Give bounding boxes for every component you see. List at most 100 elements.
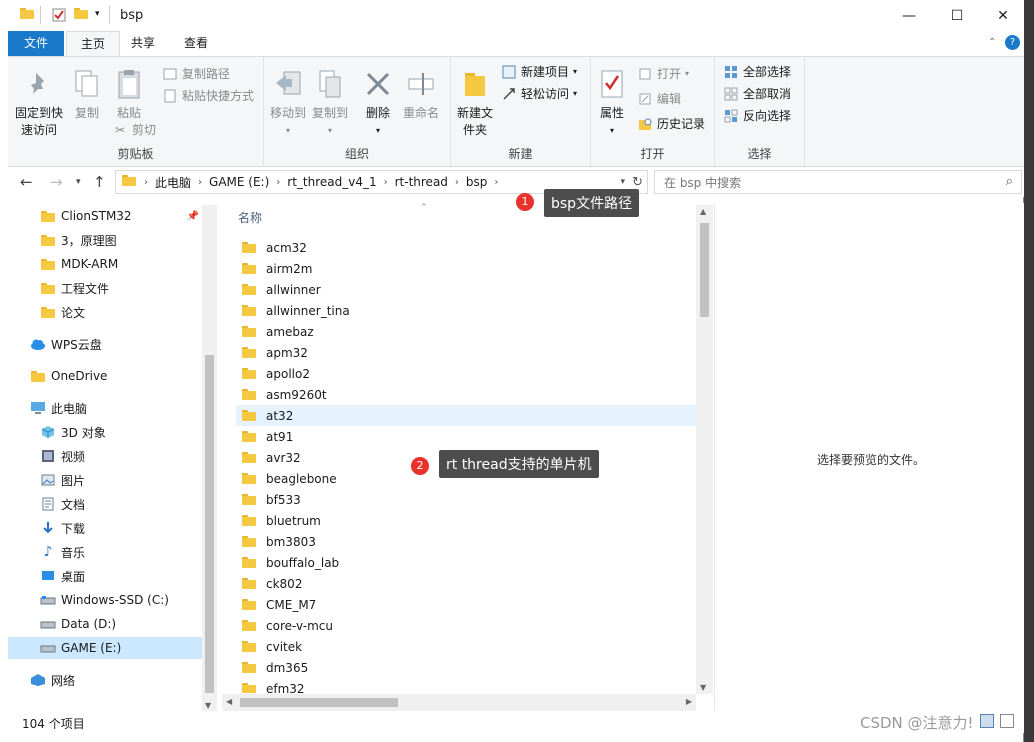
details-view-icon[interactable] <box>980 714 994 728</box>
nav-item-3d-objects[interactable]: 3D 对象 <box>8 421 203 443</box>
list-item[interactable]: bouffalo_lab <box>236 552 696 573</box>
list-item[interactable]: at32 <box>236 405 696 426</box>
list-item[interactable]: amebaz <box>236 321 696 342</box>
folder-name: acm32 <box>266 240 307 255</box>
list-item[interactable]: allwinner_tina <box>236 300 696 321</box>
refresh-icon[interactable]: ↻ <box>632 175 643 190</box>
list-item[interactable]: bf533 <box>236 489 696 510</box>
nav-item-music[interactable]: ♪ 音乐 <box>8 541 203 563</box>
nav-item-clionstm32[interactable]: ClionSTM32 📌 <box>8 205 203 227</box>
edit-button[interactable]: 编辑 <box>637 90 681 107</box>
list-item[interactable]: apollo2 <box>236 363 696 384</box>
nav-item-desktop[interactable]: 桌面 <box>8 565 203 587</box>
list-item[interactable]: acm32 <box>236 237 696 258</box>
breadcrumb-this-pc[interactable]: 此电脑 <box>148 174 198 191</box>
nav-item-this-pc[interactable]: 此电脑 <box>8 397 203 419</box>
list-item[interactable]: bm3803 <box>236 531 696 552</box>
breadcrumb-bsp[interactable]: bsp <box>459 175 495 189</box>
list-item[interactable]: ck802 <box>236 573 696 594</box>
list-item[interactable]: efm32 <box>236 678 696 693</box>
tab-home[interactable]: 主页 <box>66 31 121 56</box>
scroll-right-icon[interactable]: ▶ <box>686 697 692 706</box>
collapse-ribbon-icon[interactable]: ⌃ <box>988 37 996 48</box>
list-item[interactable]: apm32 <box>236 342 696 363</box>
recent-locations-icon[interactable]: ▾ <box>76 177 81 187</box>
nav-item-mdk-arm[interactable]: MDK-ARM <box>8 253 203 275</box>
search-icon[interactable]: ⌕ <box>1006 174 1013 189</box>
scroll-down-icon[interactable]: ▼ <box>700 683 706 692</box>
back-arrow-icon[interactable]: ← <box>20 173 33 191</box>
minimize-button[interactable]: — <box>886 0 932 31</box>
list-item[interactable]: CME_M7 <box>236 594 696 615</box>
nav-item-schematic[interactable]: 3，原理图 <box>8 229 203 251</box>
list-item[interactable]: cvitek <box>236 636 696 657</box>
breadcrumb-rt-thread-v4[interactable]: rt_thread_v4_1 <box>280 175 383 189</box>
pin-button[interactable]: 固定到快速访问 <box>14 67 64 139</box>
list-item[interactable]: allwinner <box>236 279 696 300</box>
up-arrow-icon[interactable]: ↑ <box>93 173 106 191</box>
delete-button[interactable]: 删除 ▾ <box>362 67 394 139</box>
nav-item-documents[interactable]: 文档 <box>8 493 203 515</box>
nav-item-d-drive[interactable]: Data (D:) <box>8 613 203 635</box>
help-icon[interactable]: ? <box>1005 35 1020 50</box>
new-item-button[interactable]: 新建项目 ▾ <box>501 63 577 80</box>
select-all-button[interactable]: 全部选择 <box>723 63 791 80</box>
tab-file[interactable]: 文件 <box>8 31 64 56</box>
new-folder-quick-icon[interactable] <box>74 8 88 22</box>
nav-item-wps-cloud[interactable]: WPS云盘 <box>8 333 203 355</box>
open-button[interactable]: 打开 ▾ <box>637 65 689 82</box>
maximize-button[interactable]: ☐ <box>934 0 980 31</box>
nav-scrollbar-thumb[interactable] <box>205 355 214 693</box>
file-list-vertical-scrollbar[interactable]: ▲ ▼ <box>696 205 713 694</box>
nav-item-videos[interactable]: 视频 <box>8 445 203 467</box>
list-item[interactable]: asm9260t <box>236 384 696 405</box>
breadcrumb-game-drive[interactable]: GAME (E:) <box>202 175 276 189</box>
nav-item-network[interactable]: 网络 <box>8 669 203 691</box>
address-history-icon[interactable]: ▾ <box>620 177 625 187</box>
file-list-scrollbar-thumb[interactable] <box>700 223 709 317</box>
list-item[interactable]: bluetrum <box>236 510 696 531</box>
breadcrumb-rt-thread[interactable]: rt-thread <box>388 175 455 189</box>
copy-path-button[interactable]: 复制路径 <box>162 65 230 82</box>
nav-scrollbar[interactable]: ▼ <box>202 205 217 711</box>
column-header-name[interactable]: 名称 <box>238 209 262 226</box>
paste-button[interactable]: 粘贴 <box>110 67 148 122</box>
list-item[interactable]: core-v-mcu <box>236 615 696 636</box>
nav-item-e-drive[interactable]: GAME (E:) <box>8 637 203 659</box>
properties-button[interactable]: 属性 ▾ <box>595 67 629 139</box>
close-button[interactable]: ✕ <box>980 0 1026 31</box>
history-button[interactable]: 历史记录 <box>637 115 705 132</box>
list-item[interactable]: dm365 <box>236 657 696 678</box>
copy-to-button[interactable]: 复制到 ▾ <box>310 67 350 139</box>
nav-item-project-files[interactable]: 工程文件 <box>8 277 203 299</box>
scroll-down-icon[interactable]: ▼ <box>205 701 211 710</box>
horizontal-scrollbar-thumb[interactable] <box>240 698 398 707</box>
nav-item-downloads[interactable]: 下载 <box>8 517 203 539</box>
file-list-horizontal-scrollbar[interactable]: ◀ ▶ <box>222 694 696 711</box>
scroll-left-icon[interactable]: ◀ <box>226 697 232 706</box>
nav-item-pictures[interactable]: 图片 <box>8 469 203 491</box>
nav-item-thesis[interactable]: 论文 <box>8 301 203 323</box>
large-icons-view-icon[interactable] <box>1000 714 1014 728</box>
select-none-button[interactable]: 全部取消 <box>723 85 791 102</box>
new-folder-button[interactable]: 新建文件夹 <box>455 67 495 139</box>
copy-button[interactable]: 复制 <box>68 67 106 122</box>
forward-arrow-icon[interactable]: → <box>50 173 63 191</box>
paste-shortcut-button[interactable]: 粘贴快捷方式 <box>162 87 254 104</box>
tab-view[interactable]: 查看 <box>170 31 222 56</box>
easy-access-button[interactable]: 轻松访问 ▾ <box>501 85 577 102</box>
search-input[interactable]: 在 bsp 中搜索 ⌕ <box>654 170 1022 194</box>
chevron-right-icon[interactable]: › <box>494 177 498 188</box>
rename-button[interactable]: 重命名 <box>400 67 442 122</box>
scroll-up-icon[interactable]: ▲ <box>700 207 706 216</box>
cut-button[interactable]: ✂ 剪切 <box>112 121 156 138</box>
invert-selection-button[interactable]: 反向选择 <box>723 107 791 124</box>
nav-item-c-drive[interactable]: Windows-SSD (C:) <box>8 589 203 611</box>
tab-share[interactable]: 共享 <box>117 31 169 56</box>
properties-quick-icon[interactable] <box>52 8 66 22</box>
customize-quick-access-icon[interactable]: ▾ <box>95 9 109 23</box>
move-to-button[interactable]: 移动到 ▾ <box>268 67 308 139</box>
list-item[interactable]: airm2m <box>236 258 696 279</box>
nav-item-onedrive[interactable]: OneDrive <box>8 365 203 387</box>
list-item[interactable]: at91 <box>236 426 696 447</box>
